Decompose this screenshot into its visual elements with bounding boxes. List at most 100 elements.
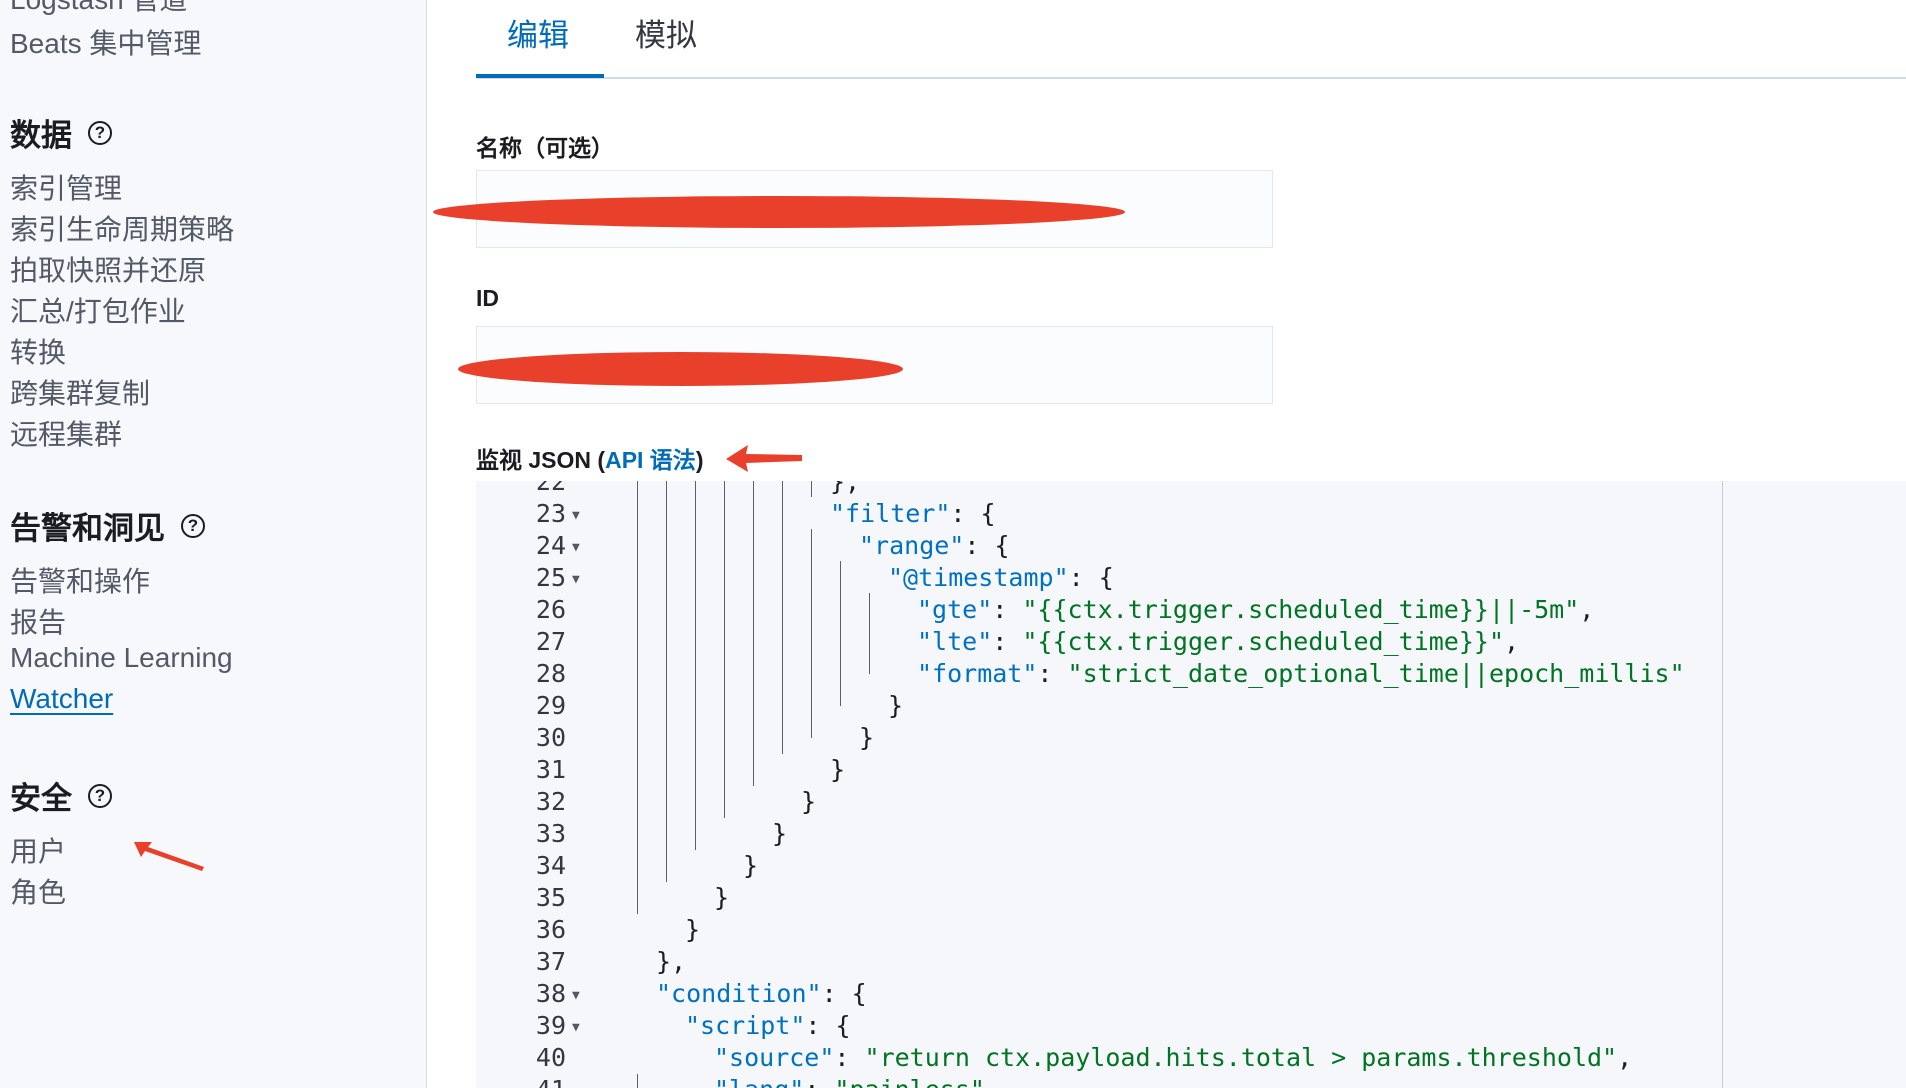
code-token: :: [834, 1043, 865, 1072]
code-token: }: [801, 787, 817, 816]
sidebar-item-alerts-actions[interactable]: 告警和操作: [10, 560, 150, 600]
code-line: }: [830, 755, 845, 784]
code-token: :: [1037, 659, 1068, 688]
line-number: 38: [535, 979, 566, 1008]
section-title-label: 数据: [10, 118, 72, 153]
code-token: :: [992, 627, 1023, 656]
indent-guide: [782, 481, 783, 754]
line-number: 24: [535, 531, 566, 560]
code-token: }: [859, 723, 875, 752]
name-field-label: 名称（可选）: [476, 135, 614, 161]
tab-edit[interactable]: 编辑: [507, 10, 569, 75]
code-line: "filter": {: [830, 499, 996, 528]
line-number: 27: [535, 627, 566, 656]
api-syntax-link[interactable]: API 语法: [605, 447, 696, 473]
line-number: 31: [535, 755, 566, 784]
code-token: }: [714, 883, 730, 912]
code-line: "condition": {: [656, 979, 867, 1008]
line-number: 40: [535, 1043, 566, 1072]
sidebar-item-rollup-jobs[interactable]: 汇总/打包作业: [10, 290, 186, 330]
line-number: 29: [535, 691, 566, 720]
sidebar-item-transforms[interactable]: 转换: [10, 331, 66, 371]
code-token: ,: [1617, 1043, 1633, 1072]
active-tab-indicator: [476, 74, 604, 78]
redaction-mark: [458, 352, 903, 386]
sidebar-item-ilm[interactable]: 索引生命周期策略: [10, 208, 234, 248]
indent-guide: [869, 593, 870, 674]
fold-toggle-icon[interactable]: ▼: [572, 572, 580, 587]
code-token: }: [830, 755, 846, 784]
help-icon[interactable]: ?: [181, 513, 205, 538]
sidebar-item-remote-clusters[interactable]: 远程集群: [10, 413, 122, 453]
json-string: "{{ctx.trigger.scheduled_time}}||-5m": [1022, 595, 1580, 624]
section-title-security: 安全 ?: [10, 773, 112, 818]
json-string: "painless": [834, 1075, 985, 1088]
line-number: 32: [535, 787, 566, 816]
code-line: }: [801, 787, 816, 816]
code-line: },: [830, 481, 860, 496]
sidebar-item-snapshot-restore[interactable]: 拍取快照并还原: [10, 249, 206, 289]
indent-guide: [666, 481, 667, 882]
sidebar-item-reporting[interactable]: 报告: [10, 601, 66, 641]
section-title-data: 数据 ?: [10, 110, 112, 155]
code-token: :: [804, 1075, 834, 1088]
line-number: 30: [535, 723, 566, 752]
json-string: "return ctx.payload.hits.total > params.…: [864, 1043, 1618, 1072]
watch-edit-panel: 编辑 模拟 名称（可选） ID 监视 JSON (API 语法) 22 23 2…: [427, 0, 1906, 1088]
sidebar-item-ccr[interactable]: 跨集群复制: [10, 372, 150, 412]
section-title-alerts-insights: 告警和洞见 ?: [10, 503, 205, 548]
json-key: "format": [917, 659, 1038, 688]
tab-simulate[interactable]: 模拟: [635, 10, 697, 75]
print-margin-line: [1722, 481, 1723, 1088]
annotation-arrow: [726, 445, 802, 472]
annotation-arrow: [134, 842, 204, 871]
json-string: "{{ctx.trigger.scheduled_time}}": [1022, 627, 1505, 656]
sidebar: Logstash 管道 Beats 集中管理 数据 ? 索引管理 索引生命周期策…: [0, 0, 427, 1088]
sidebar-item-users[interactable]: 用户: [10, 830, 66, 870]
fold-toggle-icon[interactable]: ▼: [572, 988, 580, 1003]
watch-json-label-text: 监视 JSON (: [476, 447, 606, 473]
line-number: 39: [535, 1011, 566, 1040]
code-line: }: [685, 915, 700, 944]
code-token: },: [656, 947, 687, 976]
sidebar-item-beats[interactable]: Beats 集中管理: [10, 22, 201, 62]
line-number: 23: [535, 499, 566, 528]
indent-guide: [840, 561, 841, 706]
code-line: "range": {: [859, 531, 1010, 560]
watch-json-label: 监视 JSON (API 语法): [476, 441, 703, 475]
help-icon[interactable]: ?: [88, 783, 112, 808]
code-line: }: [859, 723, 874, 752]
sidebar-item-machine-learning[interactable]: Machine Learning: [10, 642, 233, 674]
fold-toggle-icon[interactable]: ▼: [572, 540, 580, 555]
json-key: "gte": [917, 595, 993, 624]
code-token: : {: [805, 1011, 851, 1040]
indent-guide: [724, 481, 725, 818]
indent-guide: [637, 481, 638, 914]
code-token: }: [685, 915, 701, 944]
line-number: 35: [535, 883, 566, 912]
fold-toggle-icon[interactable]: ▼: [572, 1020, 580, 1035]
code-line: "source": "return ctx.payload.hits.total…: [714, 1043, 1632, 1072]
fold-toggle-icon[interactable]: ▼: [572, 508, 580, 523]
id-field-label: ID: [476, 285, 499, 311]
section-title-label: 告警和洞见: [10, 511, 165, 546]
line-number: 25: [535, 563, 566, 592]
code-token: : {: [950, 499, 996, 528]
code-line: "gte": "{{ctx.trigger.scheduled_time}}||…: [917, 595, 1594, 624]
sidebar-item-index-management[interactable]: 索引管理: [10, 167, 122, 207]
json-key: "lte": [917, 627, 993, 656]
code-token: : {: [1068, 563, 1114, 592]
code-line: "lang": "painless": [714, 1075, 985, 1088]
help-icon[interactable]: ?: [88, 120, 112, 145]
sidebar-item-watcher[interactable]: Watcher: [10, 683, 113, 715]
code-token: ,: [1579, 595, 1595, 624]
line-number: 28: [535, 659, 566, 688]
sidebar-item-roles[interactable]: 角色: [10, 871, 66, 911]
sidebar-item-logstash[interactable]: Logstash 管道: [10, 0, 187, 18]
code-token: :: [992, 595, 1023, 624]
line-number: 33: [535, 819, 566, 848]
json-key: "script": [685, 1011, 806, 1040]
watch-json-label-suffix: ): [695, 447, 704, 473]
code-token: : {: [821, 979, 867, 1008]
json-code-editor[interactable]: 22 23 24 25 26 27 28 29 30 31 32 33 34 3…: [476, 481, 1906, 1088]
